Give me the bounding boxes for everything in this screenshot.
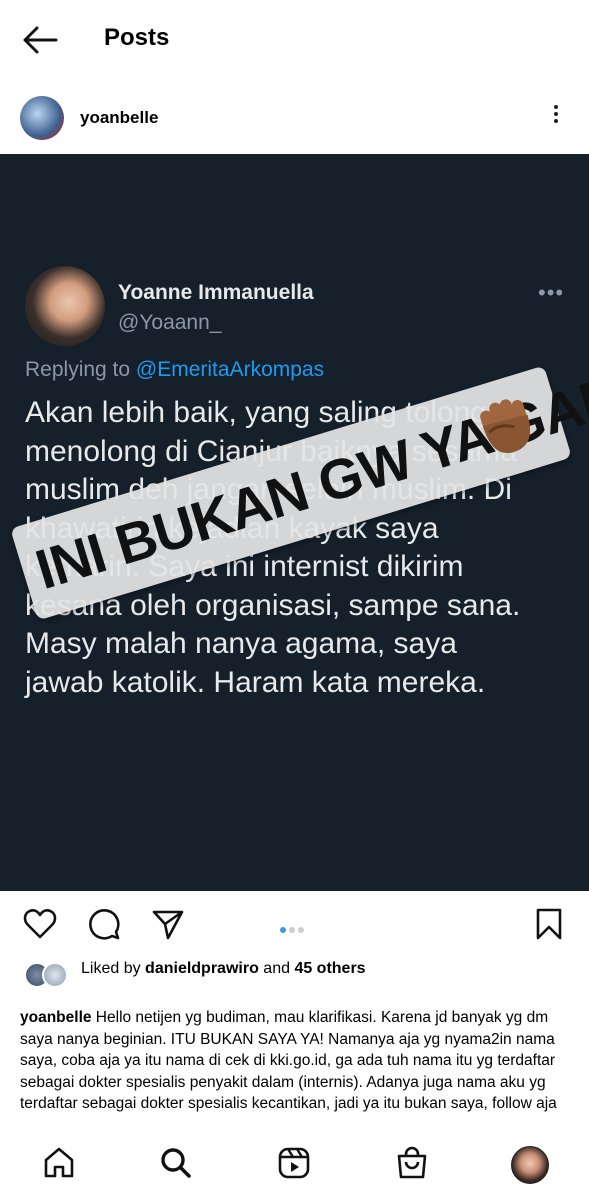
- share-icon[interactable]: [150, 906, 186, 942]
- likes-text: Liked by danieldprawiro and 45 others: [81, 958, 381, 979]
- carousel-dot: [289, 927, 295, 933]
- liker-avatar: [42, 962, 68, 988]
- tweet-replying-to: Replying to @EmeritaArkompas: [25, 358, 324, 382]
- top-bar: Posts: [0, 0, 589, 80]
- page-title: Posts: [104, 24, 170, 51]
- carousel-dot: [298, 927, 304, 933]
- likes-prefix: Liked by: [81, 960, 146, 977]
- likes-connector: and: [258, 960, 295, 977]
- bookmark-icon[interactable]: [531, 906, 567, 942]
- post-caption: yoanbelle Hello netijen yg budiman, mau …: [20, 1007, 570, 1129]
- bottom-tab-bar: [0, 1135, 589, 1200]
- likes-user[interactable]: danieldprawiro: [145, 960, 259, 977]
- caption-text: Hello netijen yg budiman, mau klarifikas…: [20, 1009, 557, 1112]
- profile-avatar[interactable]: [511, 1146, 549, 1184]
- tweet-line: jawab katolik. Haram kata mereka.: [25, 665, 486, 699]
- post-actions: [0, 900, 589, 950]
- tweet-more-icon: •••: [538, 280, 565, 305]
- tweet-handle: @Yoaann_: [118, 311, 222, 334]
- carousel-dot-active: [280, 927, 286, 933]
- comment-icon[interactable]: [86, 906, 122, 942]
- tweet-line: Masy malah nanya agama, saya: [25, 627, 457, 660]
- post-header: yoanbelle: [0, 92, 589, 144]
- replying-mention: @EmeritaArkompas: [135, 358, 325, 381]
- tweet-display-name: Yoanne Immanuella: [118, 281, 314, 304]
- replying-label: Replying to: [25, 358, 136, 381]
- search-icon[interactable]: [158, 1145, 194, 1181]
- likes-count[interactable]: 45 others: [294, 960, 365, 977]
- reels-icon[interactable]: [276, 1145, 312, 1181]
- caption-username[interactable]: yoanbelle: [20, 1009, 92, 1026]
- home-icon[interactable]: [41, 1145, 77, 1181]
- likes-summary[interactable]: Liked by danieldprawiro and 45 others: [20, 958, 580, 1000]
- heart-icon[interactable]: [22, 906, 58, 942]
- arrow-left-icon[interactable]: [20, 22, 60, 58]
- carousel-indicator: [280, 920, 307, 938]
- shop-icon[interactable]: [394, 1145, 430, 1181]
- tweet-author-avatar: [25, 266, 105, 346]
- author-username[interactable]: yoanbelle: [80, 108, 158, 128]
- author-avatar[interactable]: [20, 96, 64, 140]
- more-vertical-icon[interactable]: [548, 102, 564, 132]
